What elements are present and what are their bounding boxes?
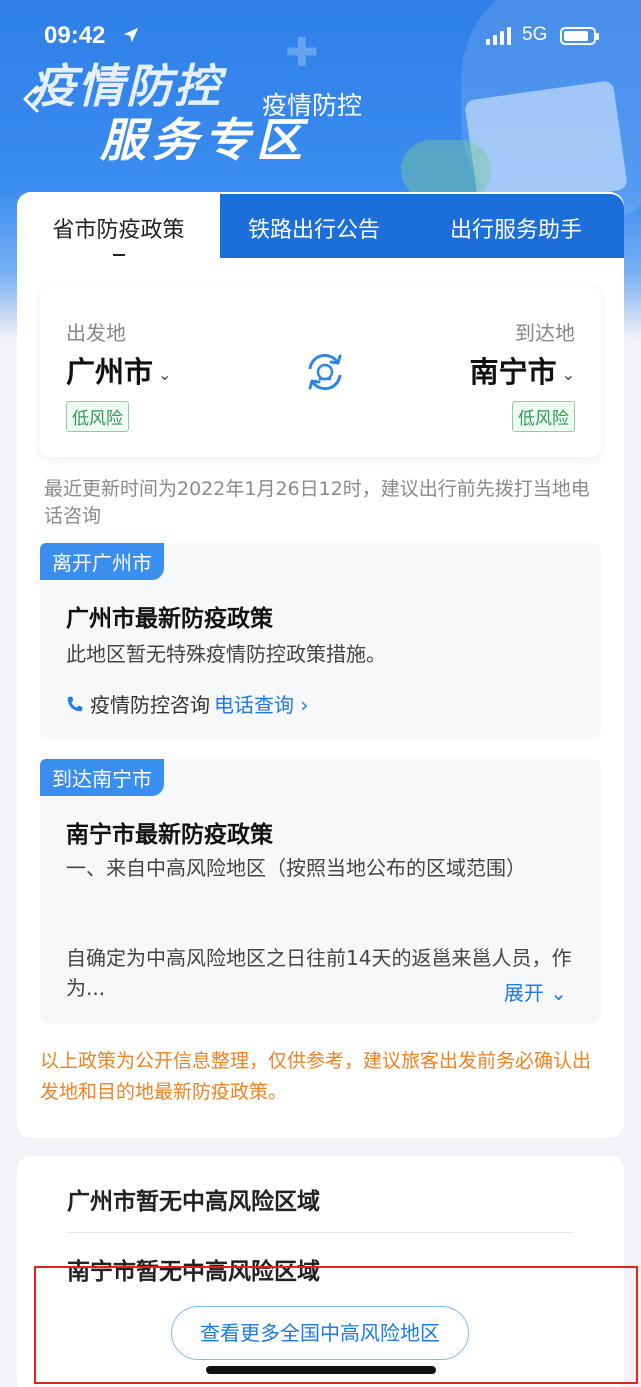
signal-icon xyxy=(486,27,511,45)
banner-decoration xyxy=(401,140,491,200)
disclaimer: 以上政策为公开信息整理，仅供参考，建议旅客出发前务必确认出发地和目的地最新防疫政… xyxy=(40,1050,592,1103)
tab-railway-notice[interactable]: 铁路出行公告 xyxy=(248,212,380,244)
consult-row: 疫情防控咨询 电话查询 › xyxy=(66,689,308,718)
risk-area-line: 广州市暂无中高风险区域 xyxy=(67,1189,320,1215)
arrival-policy-section: 到达南宁市 南宁市最新防疫政策 一、来自中高风险地区（按照当地公布的区域范围） … xyxy=(40,759,601,1024)
status-time: 09:42 xyxy=(44,22,106,49)
section-tag: 离开广州市 xyxy=(40,543,164,580)
page-title: 疫情防控 xyxy=(262,91,363,120)
tab-province-policy[interactable]: 省市防疫政策 xyxy=(17,192,220,268)
network-type: 5G xyxy=(522,24,548,45)
section-title: 南宁市最新防疫政策 xyxy=(66,822,273,848)
route-selector: 出发地 广州市 ⌄ 低风险 到达地 南宁市 ⌄ 低风险 xyxy=(40,287,601,457)
arrival-label: 到达地 xyxy=(515,321,575,345)
departure-city: 广州市 xyxy=(66,355,154,389)
departure-label: 出发地 xyxy=(66,321,126,345)
phone-icon xyxy=(67,696,83,711)
phone-query-link[interactable]: 电话查询 › xyxy=(214,689,308,718)
chevron-down-icon: ⌄ xyxy=(561,364,575,384)
departure-city-select[interactable]: 广州市 ⌄ xyxy=(66,349,171,391)
chevron-down-icon: ⌄ xyxy=(158,364,172,384)
tab-bar: 省市防疫政策 铁路出行公告 出行服务助手 xyxy=(17,192,624,268)
chevron-right-icon: › xyxy=(300,693,309,717)
consult-label: 疫情防控咨询 xyxy=(90,693,210,717)
tab-travel-assistant[interactable]: 出行服务助手 xyxy=(450,212,582,244)
chevron-down-icon: ⌄ xyxy=(550,981,567,1005)
tab-active-indicator xyxy=(112,254,125,256)
section-body: 此地区暂无特殊疫情防控政策措施。 xyxy=(66,642,386,666)
arrival-city-select[interactable]: 南宁市 ⌄ xyxy=(470,349,575,391)
battery-icon xyxy=(560,27,599,45)
section-tag: 到达南宁市 xyxy=(40,759,164,796)
section-body: 一、来自中高风险地区（按照当地公布的区域范围） xyxy=(66,856,526,880)
update-notice: 最近更新时间为2022年1月26日12时，建议出行前先拨打当地电话咨询 xyxy=(44,478,590,527)
home-indicator[interactable] xyxy=(206,1366,436,1374)
arrival-risk-badge: 低风险 xyxy=(512,401,575,432)
divider xyxy=(67,1232,573,1233)
phone-query-link-label: 电话查询 xyxy=(214,693,294,717)
banner-decoration xyxy=(464,80,628,210)
expand-button[interactable]: 展开 ⌄ xyxy=(504,977,567,1006)
section-title: 广州市最新防疫政策 xyxy=(66,606,273,632)
banner-title-art: 疫情防控 xyxy=(30,59,222,113)
departure-policy-section: 离开广州市 广州市最新防疫政策 此地区暂无特殊疫情防控政策措施。 疫情防控咨询 … xyxy=(40,543,601,739)
swap-station-icon[interactable] xyxy=(302,349,348,395)
departure-risk-badge: 低风险 xyxy=(66,401,129,432)
tab-label: 省市防疫政策 xyxy=(52,218,185,243)
location-arrow-icon xyxy=(123,27,139,43)
expand-label: 展开 xyxy=(503,981,544,1005)
arrival-city: 南宁市 xyxy=(469,355,557,389)
